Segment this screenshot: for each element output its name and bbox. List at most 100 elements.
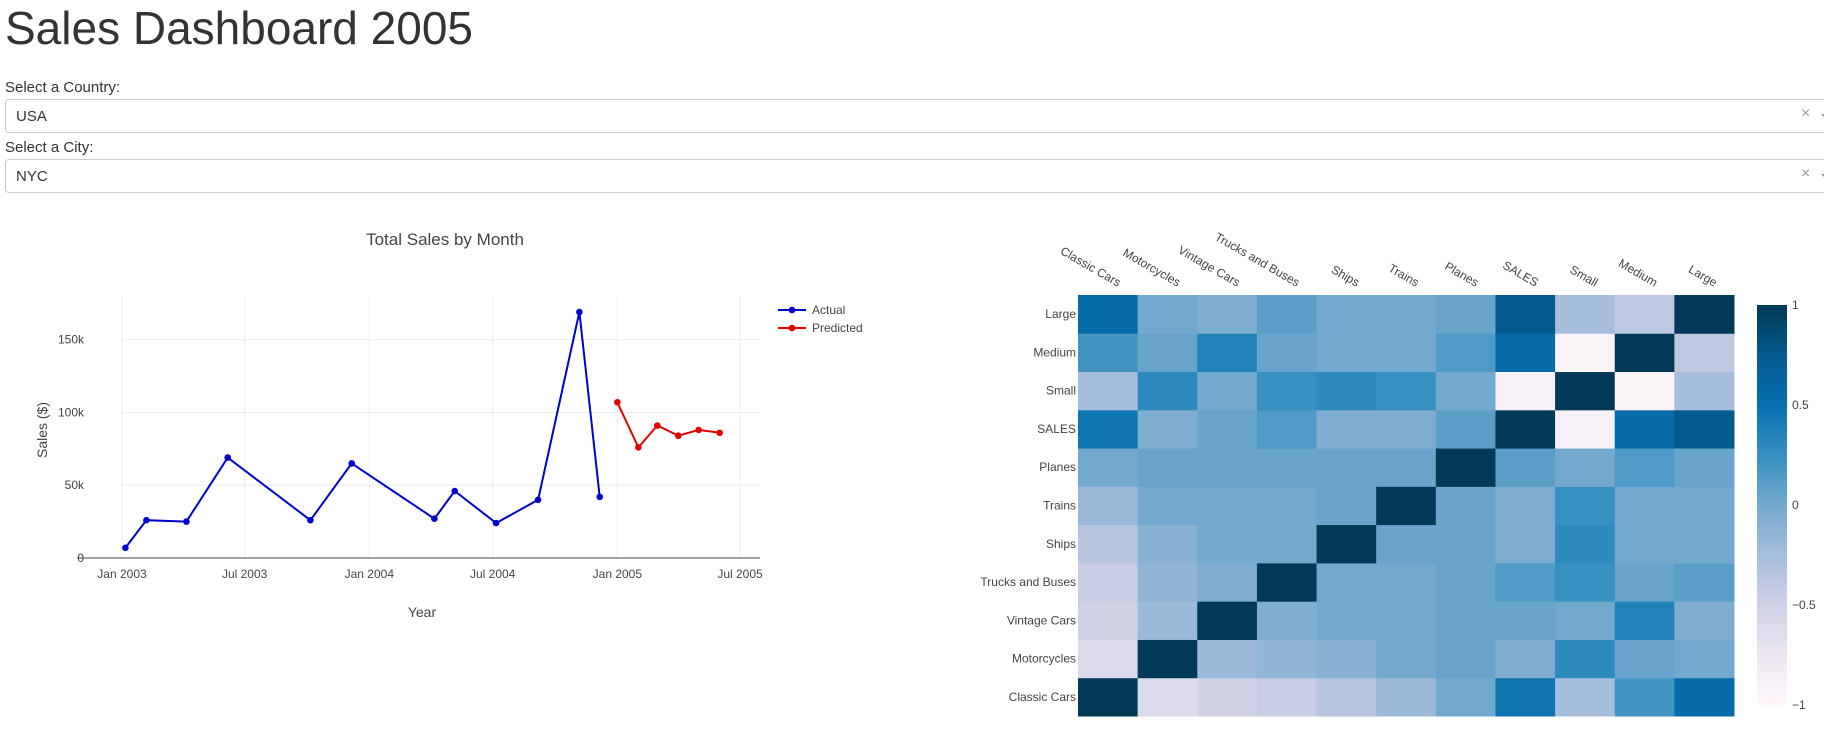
heatmap-cell[interactable] bbox=[1256, 448, 1318, 487]
heatmap-cell[interactable] bbox=[1137, 295, 1198, 334]
heatmap-cell[interactable] bbox=[1555, 562, 1616, 602]
data-point[interactable] bbox=[614, 398, 621, 406]
heatmap-cell[interactable] bbox=[1614, 448, 1675, 487]
heatmap-cell[interactable] bbox=[1435, 448, 1496, 487]
heatmap-cell[interactable] bbox=[1495, 333, 1556, 373]
heatmap-cell[interactable] bbox=[1197, 409, 1258, 449]
heatmap-cell[interactable] bbox=[1495, 524, 1556, 564]
heatmap-cell[interactable] bbox=[1376, 295, 1437, 334]
heatmap-cell[interactable] bbox=[1614, 333, 1675, 373]
heatmap-cell[interactable] bbox=[1614, 639, 1675, 679]
legend-marker[interactable] bbox=[788, 306, 796, 314]
heatmap-cell[interactable] bbox=[1256, 295, 1318, 334]
heatmap-cell[interactable] bbox=[1078, 601, 1139, 640]
heatmap-cell[interactable] bbox=[1316, 371, 1377, 411]
heatmap-cell[interactable] bbox=[1197, 295, 1258, 334]
heatmap-cell[interactable] bbox=[1495, 409, 1556, 449]
heatmap-cell[interactable] bbox=[1674, 295, 1735, 334]
heatmap-cell[interactable] bbox=[1495, 562, 1556, 602]
heatmap-cell[interactable] bbox=[1495, 448, 1556, 487]
heatmap-cell[interactable] bbox=[1376, 562, 1437, 602]
heatmap-cell[interactable] bbox=[1555, 601, 1616, 640]
data-point[interactable] bbox=[348, 460, 356, 467]
heatmap-cell[interactable] bbox=[1614, 409, 1675, 449]
data-point[interactable] bbox=[492, 519, 500, 527]
heatmap-cell[interactable] bbox=[1376, 409, 1437, 449]
heatmap-cell[interactable] bbox=[1256, 409, 1318, 449]
heatmap-cell[interactable] bbox=[1435, 601, 1496, 640]
heatmap-cell[interactable] bbox=[1674, 371, 1735, 411]
heatmap-cell[interactable] bbox=[1674, 486, 1735, 526]
heatmap-cell[interactable] bbox=[1078, 486, 1139, 526]
heatmap-cell[interactable] bbox=[1137, 448, 1198, 487]
heatmap-cell[interactable] bbox=[1614, 486, 1675, 526]
heatmap-cell[interactable] bbox=[1137, 677, 1198, 717]
heatmap-cell[interactable] bbox=[1674, 601, 1735, 640]
heatmap-cell[interactable] bbox=[1078, 639, 1139, 679]
heatmap-cell[interactable] bbox=[1614, 295, 1675, 334]
heatmap-cell[interactable] bbox=[1555, 486, 1616, 526]
heatmap-cell[interactable] bbox=[1435, 333, 1496, 373]
heatmap-cell[interactable] bbox=[1137, 562, 1198, 602]
heatmap-cell[interactable] bbox=[1674, 639, 1735, 679]
data-point[interactable] bbox=[635, 444, 642, 451]
heatmap-cell[interactable] bbox=[1555, 677, 1616, 717]
heatmap-cell[interactable] bbox=[1614, 562, 1675, 602]
data-point[interactable] bbox=[143, 516, 150, 524]
heatmap-cell[interactable] bbox=[1376, 371, 1437, 411]
legend[interactable]: Actual Predicted bbox=[778, 303, 863, 335]
heatmap-cell[interactable] bbox=[1316, 295, 1377, 334]
heatmap-cell[interactable] bbox=[1137, 639, 1198, 679]
heatmap-cell[interactable] bbox=[1256, 524, 1318, 564]
heatmap-cell[interactable] bbox=[1674, 448, 1735, 487]
heatmap-cell[interactable] bbox=[1078, 371, 1139, 411]
heatmap-cell[interactable] bbox=[1614, 601, 1675, 640]
heatmap-cell[interactable] bbox=[1078, 409, 1139, 449]
heatmap-cell[interactable] bbox=[1316, 524, 1377, 564]
data-point[interactable] bbox=[224, 454, 232, 461]
heatmap-cell[interactable] bbox=[1256, 333, 1318, 373]
heatmap-cell[interactable] bbox=[1316, 562, 1377, 602]
heatmap-cell[interactable] bbox=[1256, 677, 1318, 717]
heatmap-cell[interactable] bbox=[1435, 295, 1496, 334]
heatmap-cell[interactable] bbox=[1197, 333, 1258, 373]
heatmap-cell[interactable] bbox=[1555, 448, 1616, 487]
heatmap-cell[interactable] bbox=[1197, 524, 1258, 564]
heatmap-cell[interactable] bbox=[1137, 371, 1198, 411]
heatmap-cell[interactable] bbox=[1137, 524, 1198, 564]
heatmap-cell[interactable] bbox=[1495, 639, 1556, 679]
heatmap-cell[interactable] bbox=[1555, 295, 1616, 334]
heatmap-cell[interactable] bbox=[1495, 486, 1556, 526]
heatmap-cell[interactable] bbox=[1555, 409, 1616, 449]
heatmap-cell[interactable] bbox=[1555, 371, 1616, 411]
heatmap-cell[interactable] bbox=[1256, 562, 1318, 602]
heatmap-cell[interactable] bbox=[1316, 448, 1377, 487]
heatmap-cell[interactable] bbox=[1137, 409, 1198, 449]
heatmap-cell[interactable] bbox=[1376, 524, 1437, 564]
heatmap-cell[interactable] bbox=[1495, 677, 1556, 717]
heatmap-cell[interactable] bbox=[1316, 677, 1377, 717]
heatmap-cell[interactable] bbox=[1435, 409, 1496, 449]
data-point[interactable] bbox=[716, 429, 723, 437]
heatmap-cell[interactable] bbox=[1078, 524, 1139, 564]
heatmap-cell[interactable] bbox=[1078, 677, 1139, 717]
heatmap-cell[interactable] bbox=[1614, 371, 1675, 411]
data-point[interactable] bbox=[431, 515, 438, 522]
heatmap-cell[interactable] bbox=[1256, 639, 1318, 679]
heatmap-cell[interactable] bbox=[1316, 486, 1377, 526]
heatmap-cell[interactable] bbox=[1197, 639, 1258, 679]
heatmap-cell[interactable] bbox=[1555, 639, 1616, 679]
data-point[interactable] bbox=[675, 432, 682, 440]
heatmap-cell[interactable] bbox=[1256, 371, 1318, 411]
data-point[interactable] bbox=[654, 422, 661, 429]
data-point[interactable] bbox=[451, 487, 459, 495]
heatmap-cell[interactable] bbox=[1495, 295, 1556, 334]
heatmap-cell[interactable] bbox=[1674, 524, 1735, 564]
heatmap-cell[interactable] bbox=[1137, 333, 1198, 373]
heatmap-cell[interactable] bbox=[1495, 601, 1556, 640]
clear-icon[interactable]: × bbox=[1801, 105, 1810, 123]
heatmap-cell[interactable] bbox=[1078, 295, 1139, 334]
data-point[interactable] bbox=[576, 308, 583, 316]
heatmap-cell[interactable] bbox=[1376, 486, 1437, 526]
heatmap-cell[interactable] bbox=[1376, 448, 1437, 487]
